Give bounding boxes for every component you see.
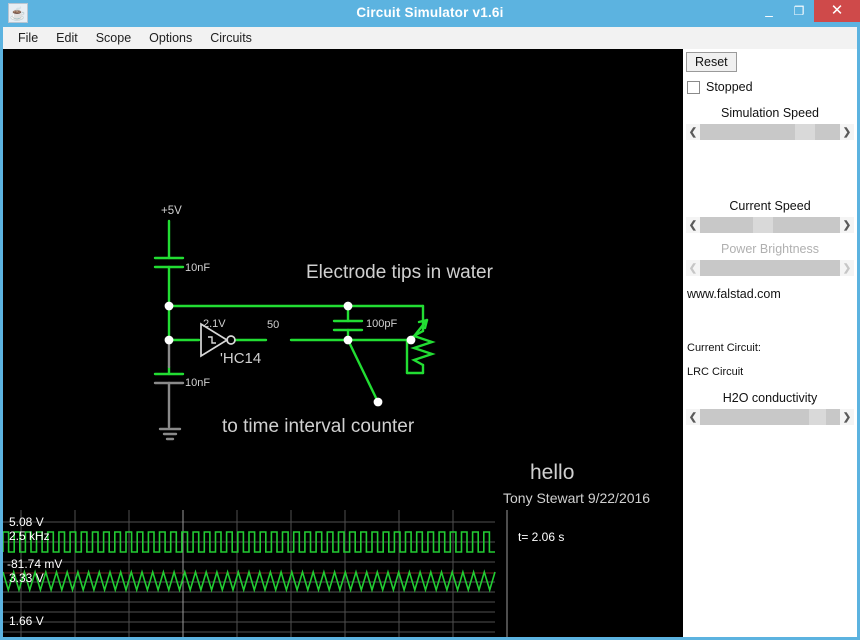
- window-controls: – ❐ ✕: [754, 0, 860, 26]
- label-cap-probe: 100pF: [366, 318, 398, 330]
- current-circuit-name: LRC Circuit: [687, 366, 744, 378]
- scope-readout-min2: 1.66 V: [9, 614, 44, 628]
- note-time-interval-counter: to time interval counter: [222, 416, 415, 437]
- stopped-label: Stopped: [706, 80, 753, 94]
- current-speed-trough[interactable]: [700, 217, 840, 233]
- note-signature: Tony Stewart 9/22/2016: [503, 490, 651, 506]
- scope-readout-min: -81.74 mV: [7, 557, 63, 571]
- window-title: Circuit Simulator v1.6i: [356, 5, 504, 20]
- chevron-left-icon: ❮: [686, 260, 700, 276]
- reset-button[interactable]: Reset: [686, 52, 737, 72]
- close-icon: ✕: [830, 2, 844, 19]
- close-button[interactable]: ✕: [814, 0, 860, 22]
- scope-readout-frequency: 2.5 kHz: [9, 529, 50, 543]
- circuit-simulator-window: ☕ Circuit Simulator v1.6i – ❐ ✕ File Edi…: [0, 0, 860, 640]
- scope-readout-peak: 5.08 V: [9, 515, 44, 529]
- circuit-canvas[interactable]: +5V 10nF 10nF 2.1V 'HC14 50 100pF Electr…: [3, 49, 683, 637]
- h2o-conductivity-scrollbar[interactable]: ❮ ❯: [686, 409, 854, 425]
- h2o-conductivity-trough[interactable]: [700, 409, 840, 425]
- current-speed-label: Current Speed: [729, 199, 811, 213]
- h2o-conductivity-label: H2O conductivity: [722, 391, 818, 405]
- menu-item-edit[interactable]: Edit: [47, 29, 87, 47]
- chevron-right-icon[interactable]: ❯: [840, 124, 854, 140]
- chevron-left-icon[interactable]: ❮: [686, 409, 700, 425]
- scope-time-readout: t= 2.06 s: [518, 530, 565, 544]
- simulation-speed-trough[interactable]: [700, 124, 840, 140]
- menu-item-circuits[interactable]: Circuits: [201, 29, 261, 47]
- note-hello: hello: [530, 461, 575, 484]
- chevron-left-icon[interactable]: ❮: [686, 124, 700, 140]
- current-speed-scrollbar[interactable]: ❮ ❯: [686, 217, 854, 233]
- simulation-speed-scrollbar[interactable]: ❮ ❯: [686, 124, 854, 140]
- scope-readout-peak2: 3.33 V: [9, 571, 44, 585]
- label-cap-top: 10nF: [185, 262, 211, 274]
- label-gate-part: 'HC14: [220, 350, 262, 367]
- scope-panel[interactable]: 5.08 V 2.5 kHz -81.74 mV 3.33 V 1.66 V t…: [3, 510, 683, 637]
- simulation-speed-label: Simulation Speed: [721, 106, 819, 120]
- menu-item-scope[interactable]: Scope: [87, 29, 140, 47]
- power-brightness-label: Power Brightness: [721, 242, 819, 256]
- menu-item-options[interactable]: Options: [140, 29, 201, 47]
- chevron-right-icon: ❯: [840, 260, 854, 276]
- scope-plot[interactable]: [3, 510, 683, 637]
- label-resistor-value: 50: [267, 319, 280, 331]
- power-brightness-trough: [700, 260, 840, 276]
- chevron-left-icon[interactable]: ❮: [686, 217, 700, 233]
- title-bar: ☕ Circuit Simulator v1.6i – ❐ ✕: [0, 0, 860, 26]
- website-link[interactable]: www.falstad.com: [687, 287, 781, 301]
- note-electrode-tips: Electrode tips in water: [306, 262, 493, 283]
- chevron-right-icon[interactable]: ❯: [840, 409, 854, 425]
- label-cap-bottom: 10nF: [185, 377, 211, 389]
- stopped-checkbox[interactable]: [687, 80, 700, 94]
- maximize-icon: ❐: [793, 4, 805, 18]
- menu-item-file[interactable]: File: [9, 29, 47, 47]
- label-supply-voltage: +5V: [161, 205, 182, 217]
- maximize-button[interactable]: ❐: [784, 0, 814, 22]
- power-brightness-scrollbar: ❮ ❯: [686, 260, 854, 276]
- control-panel: Reset Stopped Simulation Speed ❮ ❯ Curre…: [683, 49, 857, 637]
- menu-bar: File Edit Scope Options Circuits: [3, 27, 857, 50]
- label-node-voltage: 2.1V: [203, 318, 226, 330]
- stopped-checkbox-row[interactable]: Stopped: [687, 80, 753, 94]
- current-circuit-label: Current Circuit:: [687, 342, 761, 354]
- minimize-button[interactable]: –: [754, 0, 784, 22]
- chevron-right-icon[interactable]: ❯: [840, 217, 854, 233]
